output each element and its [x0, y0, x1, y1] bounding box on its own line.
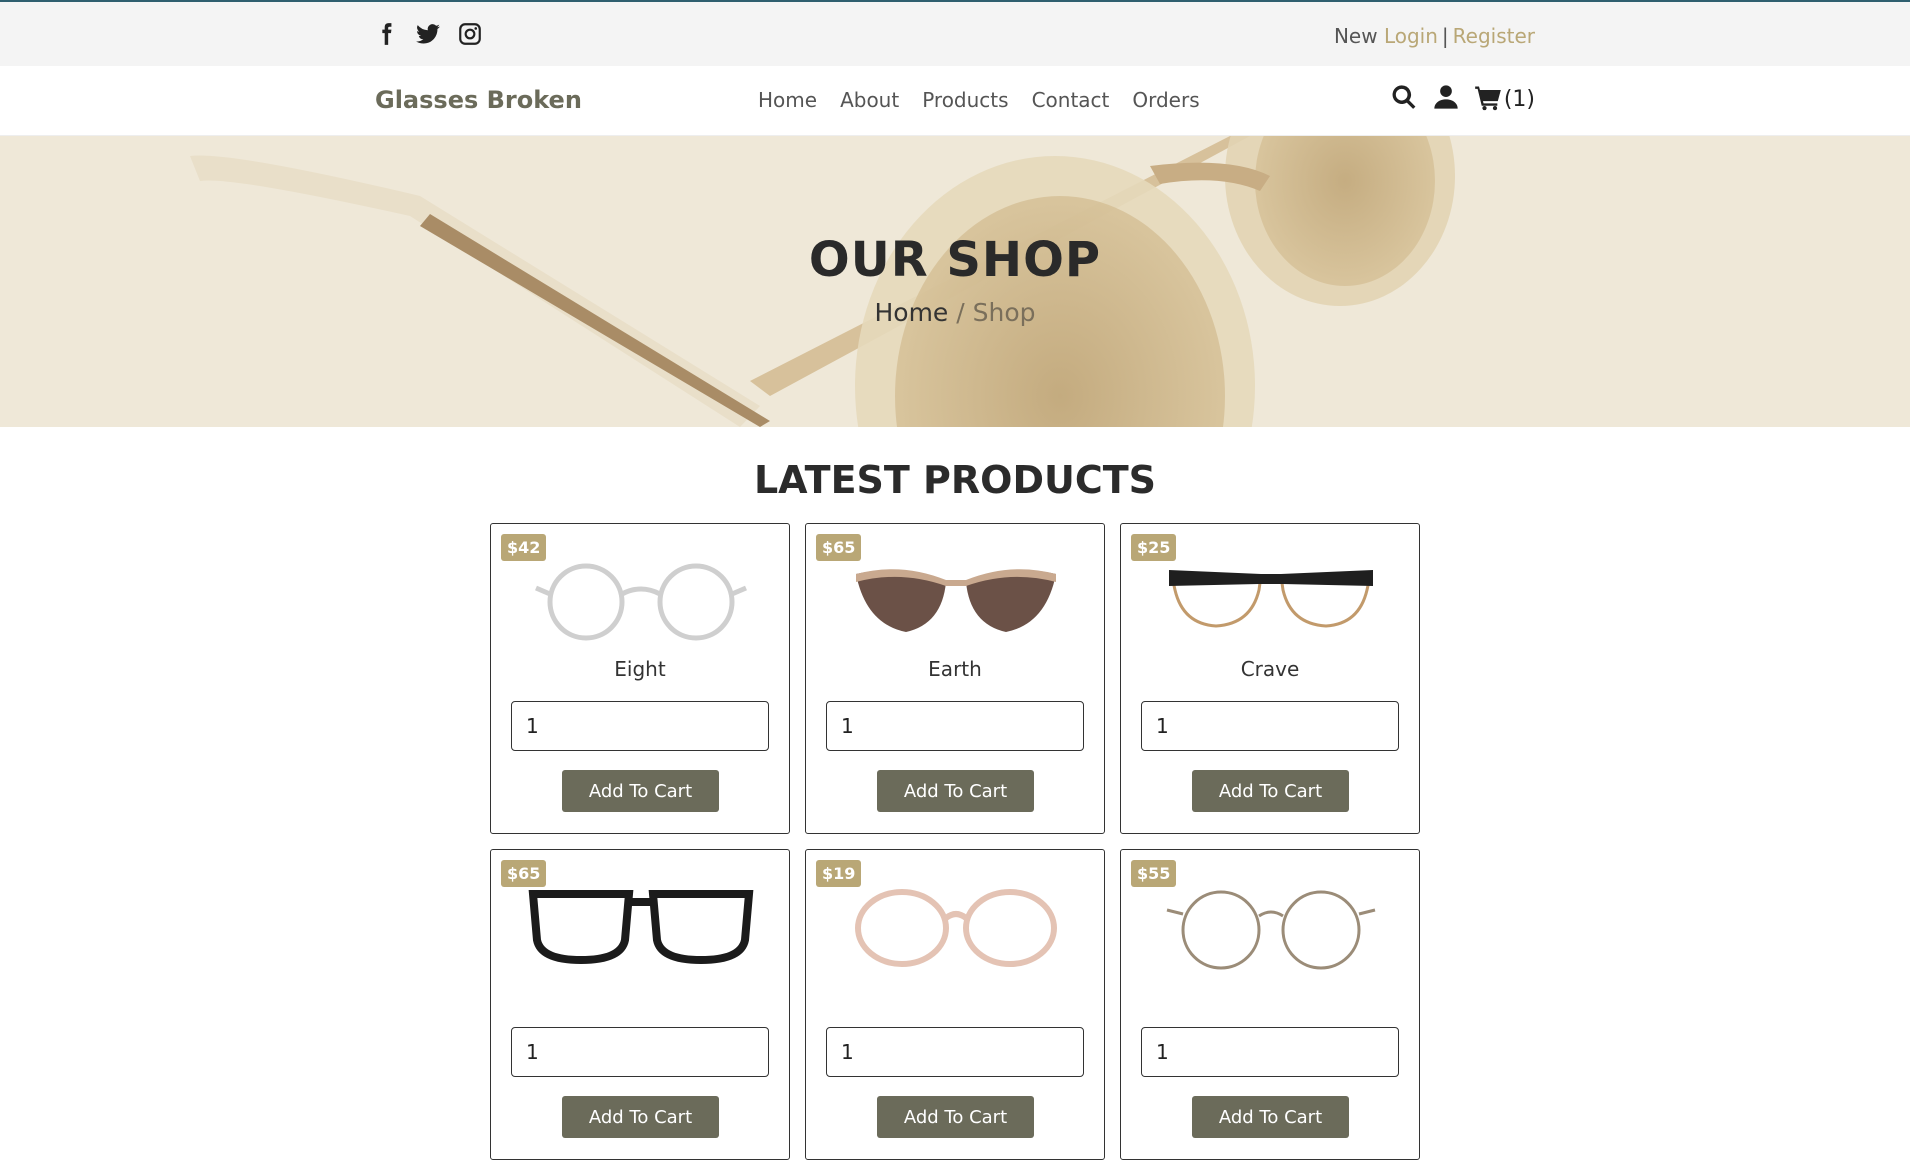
cart-button[interactable]: (1) — [1474, 83, 1535, 115]
product-card: $25 Crave Add To Cart — [1120, 523, 1420, 834]
product-card: $65 Add To Cart — [490, 849, 790, 1160]
breadcrumb: Home / Shop — [0, 298, 1910, 327]
cart-icon — [1474, 83, 1502, 115]
quantity-input[interactable] — [1141, 701, 1399, 751]
search-icon[interactable] — [1390, 83, 1418, 115]
add-to-cart-button[interactable]: Add To Cart — [562, 1096, 719, 1138]
new-label: New — [1333, 24, 1378, 48]
page-title: OUR SHOP — [808, 232, 1102, 288]
instagram-icon[interactable] — [456, 20, 484, 48]
quantity-input[interactable] — [511, 1027, 769, 1077]
auth-links: New Login | Register — [1334, 24, 1535, 48]
product-card: $55 Add To Cart — [1120, 849, 1420, 1160]
top-bar: New Login | Register — [0, 0, 1910, 66]
product-name: Earth — [928, 657, 982, 681]
product-image[interactable] — [1141, 544, 1401, 654]
product-image[interactable] — [511, 544, 771, 654]
add-to-cart-button[interactable]: Add To Cart — [1192, 1096, 1349, 1138]
section-title: LATEST PRODUCTS — [753, 458, 1157, 502]
product-grid: $42 Eight Add To Cart $65 Earth Add To C… — [490, 523, 1420, 1160]
product-name: Eight — [614, 657, 666, 681]
cart-count: (1) — [1503, 86, 1535, 112]
nav-item-home[interactable]: Home — [758, 88, 817, 112]
breadcrumb-separator: / — [956, 298, 965, 327]
register-link[interactable]: Register — [1453, 24, 1535, 48]
nav-menu: Home About Products Contact Orders — [758, 88, 1200, 112]
add-to-cart-button[interactable]: Add To Cart — [877, 770, 1034, 812]
product-image[interactable] — [511, 870, 771, 980]
product-card: $65 Earth Add To Cart — [805, 523, 1105, 834]
facebook-icon[interactable] — [372, 20, 400, 48]
social-links — [372, 20, 484, 48]
product-name: Crave — [1240, 657, 1300, 681]
quantity-input[interactable] — [1141, 1027, 1399, 1077]
breadcrumb-current: Shop — [972, 298, 1036, 327]
hero-banner: OUR SHOP Home / Shop — [0, 136, 1910, 427]
user-icon[interactable] — [1432, 83, 1460, 115]
auth-separator: | — [1441, 24, 1449, 48]
nav-item-orders[interactable]: Orders — [1132, 88, 1199, 112]
nav-icons: (1) — [1390, 83, 1535, 115]
product-image[interactable] — [826, 544, 1086, 654]
product-image[interactable] — [826, 870, 1086, 980]
product-card: $19 Add To Cart — [805, 849, 1105, 1160]
brand-logo[interactable]: Glasses Broken — [375, 86, 582, 114]
main-navbar: Glasses Broken Home About Products Conta… — [0, 66, 1910, 136]
quantity-input[interactable] — [826, 701, 1084, 751]
product-image[interactable] — [1141, 870, 1401, 980]
nav-item-about[interactable]: About — [840, 88, 899, 112]
add-to-cart-button[interactable]: Add To Cart — [562, 770, 719, 812]
twitter-icon[interactable] — [414, 20, 442, 48]
breadcrumb-home[interactable]: Home — [874, 298, 948, 327]
product-card: $42 Eight Add To Cart — [490, 523, 790, 834]
login-link[interactable]: Login — [1384, 24, 1438, 48]
quantity-input[interactable] — [511, 701, 769, 751]
nav-item-contact[interactable]: Contact — [1032, 88, 1110, 112]
quantity-input[interactable] — [826, 1027, 1084, 1077]
add-to-cart-button[interactable]: Add To Cart — [877, 1096, 1034, 1138]
add-to-cart-button[interactable]: Add To Cart — [1192, 770, 1349, 812]
nav-item-products[interactable]: Products — [922, 88, 1008, 112]
